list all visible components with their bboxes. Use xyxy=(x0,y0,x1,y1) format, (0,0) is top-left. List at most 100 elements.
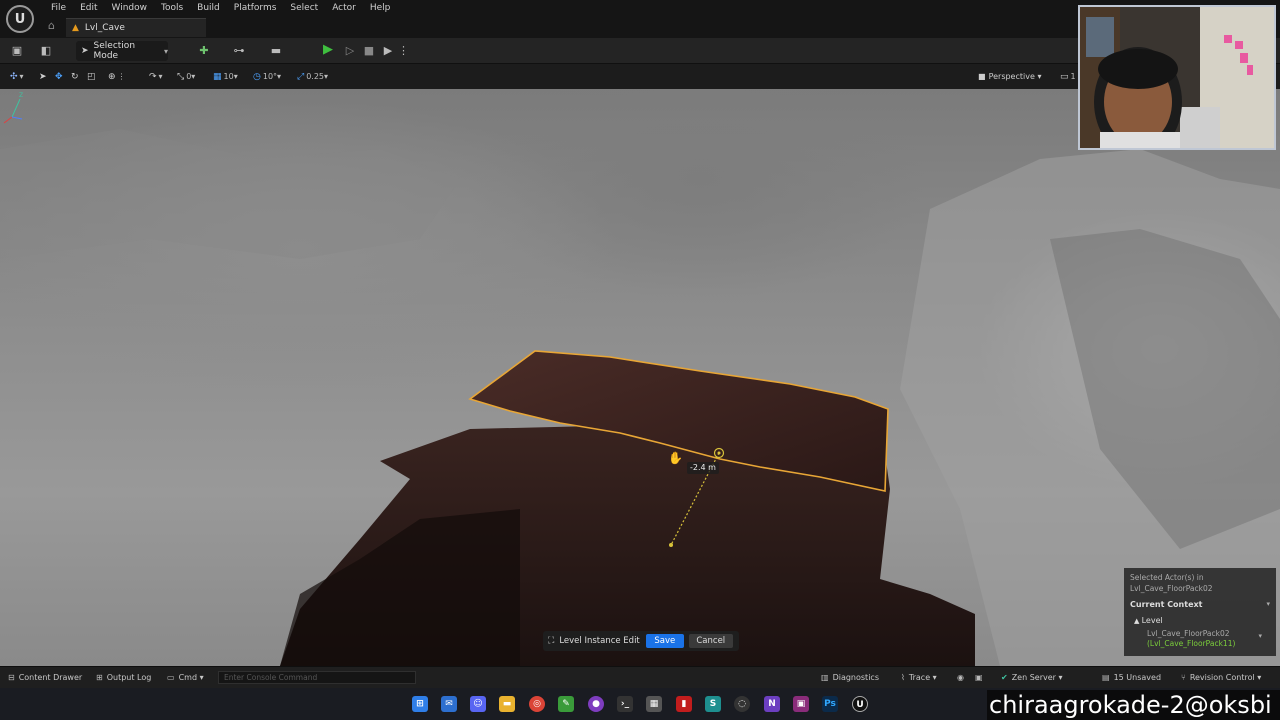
scale-tool-icon[interactable]: ◰ xyxy=(87,70,98,84)
more-options-icon[interactable]: ⋮ xyxy=(398,43,409,59)
cmd-dropdown[interactable]: ▭ Cmd ▾ xyxy=(167,672,204,684)
unsaved-button[interactable]: ▤ 15 Unsaved xyxy=(1102,672,1161,684)
app-icon[interactable]: ▦ xyxy=(646,696,662,712)
terminal-icon: ▭ xyxy=(167,673,175,682)
axis-indicator: Z xyxy=(3,92,23,124)
gizmo-end xyxy=(669,543,673,547)
notepad-icon[interactable]: ✎ xyxy=(558,696,574,712)
unsaved-icon: ▤ xyxy=(1102,673,1110,682)
outlook-icon[interactable]: ✉ xyxy=(441,696,457,712)
stop-icon[interactable]: ■ xyxy=(361,43,377,59)
github-icon[interactable]: ● xyxy=(588,696,604,712)
viewport-scene xyxy=(0,129,1280,666)
menu-edit[interactable]: Edit xyxy=(73,0,104,16)
level-icon: ▲ xyxy=(1134,617,1142,625)
camera-icon: ■ xyxy=(978,72,986,81)
photoshop-icon[interactable]: Ps xyxy=(822,696,838,712)
context-level[interactable]: ▲ Level xyxy=(1134,616,1163,625)
screenshot-icon[interactable]: ▣ xyxy=(975,672,987,684)
chevron-down-icon[interactable]: ▾ xyxy=(1258,632,1262,640)
content-browser-icon[interactable]: ◧ xyxy=(38,43,54,59)
current-context-panel: Selected Actor(s) in Lvl_Cave_FloorPack0… xyxy=(1124,568,1276,656)
chevron-down-icon: ▾ xyxy=(163,46,168,56)
perspective-dropdown[interactable]: ■ Perspective ▾ xyxy=(978,70,1041,84)
main-menu: File Edit Window Tools Build Platforms S… xyxy=(44,0,397,16)
record-icon[interactable]: ◉ xyxy=(957,672,968,684)
watermark-text: chiraagrokade-2@oksbi xyxy=(987,690,1280,720)
arrow-icon: ➤ xyxy=(81,46,89,56)
revision-icon: ⑂ xyxy=(1181,673,1186,682)
drawer-icon: ⊟ xyxy=(8,673,15,682)
selected-actors-line2: Lvl_Cave_FloorPack02 xyxy=(1130,584,1213,593)
step-icon[interactable]: ▷ xyxy=(342,43,358,59)
app-purple-icon[interactable]: ▣ xyxy=(793,696,809,712)
level-tab[interactable]: ▲ Lvl_Cave xyxy=(66,18,206,37)
hand-cursor-icon: ✋ xyxy=(668,451,683,465)
unreal-editor-window: U File Edit Window Tools Build Platforms… xyxy=(0,0,1280,720)
file-explorer-icon[interactable]: ▬ xyxy=(499,696,515,712)
chevron-down-icon[interactable]: ▾ xyxy=(1266,600,1270,608)
context-level-item[interactable]: Lvl_Cave_FloorPack02 xyxy=(1147,629,1230,638)
trace-dropdown[interactable]: ⌇ Trace ▾ xyxy=(901,672,937,684)
cinematics-icon[interactable]: ▬ xyxy=(268,43,284,59)
save-button[interactable]: Save xyxy=(645,634,684,648)
webcam-overlay xyxy=(1078,5,1276,150)
menu-actor[interactable]: Actor xyxy=(325,0,363,16)
rotation-snap[interactable]: ◷ 10°▾ xyxy=(253,70,281,84)
level-viewport[interactable]: ✋ -2.4 m Z ⛶ Level Instance Edit Save Ca… xyxy=(0,89,1280,666)
translate-tool-icon[interactable]: ✥ xyxy=(55,70,65,84)
unreal-engine-icon[interactable]: U xyxy=(852,696,868,712)
select-tool-icon[interactable]: ➤ xyxy=(39,70,49,84)
viewport-options-icon[interactable]: ✣ ▾ xyxy=(10,70,24,84)
zen-server-dropdown[interactable]: ✔ Zen Server ▾ xyxy=(1001,672,1063,684)
zen-icon: ✔ xyxy=(1001,673,1008,682)
output-log-button[interactable]: ⊞ Output Log xyxy=(96,672,151,684)
terminal-icon[interactable]: ›_ xyxy=(617,696,633,712)
background-rock-left xyxy=(0,129,460,259)
diagnostics-button[interactable]: ▥ Diagnostics xyxy=(821,672,879,684)
surface-snap-icon[interactable]: ↷ ▾ xyxy=(149,70,163,84)
chrome-icon[interactable]: ◎ xyxy=(529,696,545,712)
level-instance-edit-bar: ⛶ Level Instance Edit Save Cancel xyxy=(543,631,739,651)
status-bar: ⊟ Content Drawer ⊞ Output Log ▭ Cmd ▾ Enter… xyxy=(0,666,1280,688)
current-context-title: Current Context xyxy=(1130,600,1203,609)
selection-mode-label: Selection Mode xyxy=(93,41,136,61)
scale-snap[interactable]: ⤢ 0.25▾ xyxy=(297,70,328,84)
menu-window[interactable]: Window xyxy=(105,0,155,16)
unreal-logo-icon[interactable]: U xyxy=(6,5,34,33)
webcam-feed xyxy=(1080,7,1274,148)
app-red-icon[interactable]: ▮ xyxy=(676,696,692,712)
level-instance-icon: ⛶ xyxy=(548,636,555,646)
world-space-icon[interactable]: ⊕ ⋮ xyxy=(108,70,126,84)
windows-start-icon[interactable]: ⊞ xyxy=(412,696,428,712)
home-icon[interactable]: ⌂ xyxy=(48,20,60,32)
measurement-label: -2.4 m xyxy=(687,462,719,474)
revision-control-dropdown[interactable]: ⑂ Revision Control ▾ xyxy=(1181,672,1261,684)
viewport-extra[interactable]: ▭ 1 xyxy=(1060,70,1076,84)
app-search-icon[interactable]: ◌ xyxy=(734,696,750,712)
console-command-input[interactable]: Enter Console Command xyxy=(218,671,416,684)
menu-build[interactable]: Build xyxy=(190,0,227,16)
blueprint-icon[interactable]: ⊶ xyxy=(231,43,247,59)
grid-snap[interactable]: ▦ 10▾ xyxy=(213,70,238,84)
play-icon[interactable]: ▶ xyxy=(323,43,337,57)
menu-select[interactable]: Select xyxy=(283,0,325,16)
menu-help[interactable]: Help xyxy=(363,0,398,16)
context-level-item-sub: (Lvl_Cave_FloorPack11) xyxy=(1147,639,1236,648)
translate-snap[interactable]: ⤡ 0▾ xyxy=(177,70,195,84)
play-options-icon[interactable]: ▶ xyxy=(380,43,396,59)
rotate-tool-icon[interactable]: ↻ xyxy=(71,70,81,84)
visual-studio-icon[interactable]: N xyxy=(764,696,780,712)
cancel-button[interactable]: Cancel xyxy=(688,634,733,648)
content-drawer-button[interactable]: ⊟ Content Drawer xyxy=(8,672,82,684)
menu-platforms[interactable]: Platforms xyxy=(227,0,284,16)
level-instance-edit-label: Level Instance Edit xyxy=(559,636,640,646)
app-teal-icon[interactable]: S xyxy=(705,696,721,712)
selection-mode-dropdown[interactable]: ➤ Selection Mode ▾ xyxy=(76,41,168,61)
menu-tools[interactable]: Tools xyxy=(154,0,190,16)
selected-actors-line1: Selected Actor(s) in xyxy=(1130,573,1204,582)
add-actor-icon[interactable]: ✚ xyxy=(196,43,212,59)
save-icon[interactable]: ▣ xyxy=(9,43,25,59)
menu-file[interactable]: File xyxy=(44,0,73,16)
discord-icon[interactable]: ☺ xyxy=(470,696,486,712)
